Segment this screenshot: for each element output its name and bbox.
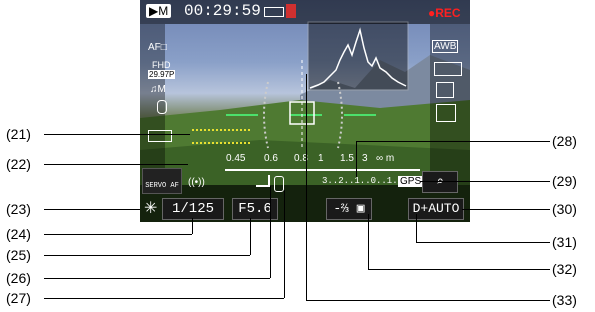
callout-22: (22) xyxy=(6,156,31,172)
picture-style-icon xyxy=(434,62,462,76)
timecode: 00:29:59 xyxy=(184,2,261,20)
movie-mode-icon: ♫M xyxy=(150,84,166,95)
bluetooth-icon xyxy=(274,176,284,192)
callout-line-31 xyxy=(416,242,550,243)
callout-line-24v xyxy=(192,218,193,234)
callout-line-27 xyxy=(44,298,284,299)
callout-33: (33) xyxy=(552,292,577,308)
callout-line-31v xyxy=(416,214,417,242)
exposure-compensation[interactable]: -⅔ ▣ xyxy=(326,198,372,220)
temperature-warning-icon xyxy=(286,4,296,18)
callout-line-26v xyxy=(270,186,271,278)
callout-28: (28) xyxy=(552,133,577,149)
callout-line-22 xyxy=(44,164,188,165)
callout-31: (31) xyxy=(552,234,577,250)
focus-distance-1-5: 1.5 xyxy=(340,153,354,164)
camera-screen: ▶M 00:29:59 ●REC AF□ FHD 29.97P ♫M AWB 0… xyxy=(140,0,470,222)
callout-line-33v xyxy=(306,74,307,300)
servo-af-indicator[interactable]: SERVO AF xyxy=(142,168,182,194)
callout-line-26 xyxy=(44,278,270,279)
callout-24: (24) xyxy=(6,226,31,242)
focus-distance-0-6: 0.6 xyxy=(264,153,278,164)
callout-32: (32) xyxy=(552,261,577,277)
callout-line-32 xyxy=(368,269,550,270)
callout-line-25 xyxy=(44,255,250,256)
focus-distance-infinity: ∞ m xyxy=(376,153,395,164)
callout-line-28 xyxy=(356,141,550,142)
callout-line-33 xyxy=(306,300,550,301)
callout-line-21 xyxy=(44,134,190,135)
white-balance: AWB xyxy=(432,40,459,53)
star-icon: ✳ xyxy=(144,200,158,217)
callout-25: (25) xyxy=(6,247,31,263)
focus-distance-0-45: 0.45 xyxy=(226,153,246,164)
highlight-tone-priority-icon xyxy=(436,104,456,122)
callout-23: (23) xyxy=(6,201,31,217)
callout-line-25v xyxy=(250,218,251,255)
zoom-button[interactable]: ⌕ xyxy=(422,171,458,193)
wireless-icon: ((•)) xyxy=(188,177,205,188)
frame-rate: 29.97P xyxy=(148,70,176,79)
callout-line-27v xyxy=(284,190,285,298)
af-method: AF□ xyxy=(148,42,167,53)
scenery xyxy=(140,0,470,222)
shooting-mode-icon: ▶M xyxy=(146,4,172,18)
battery-icon xyxy=(264,7,284,17)
callout-line-23 xyxy=(44,209,140,210)
shutter-speed[interactable]: 1/125 xyxy=(162,198,224,220)
callout-21: (21) xyxy=(6,126,31,142)
callout-27: (27) xyxy=(6,290,31,306)
callout-line-32v xyxy=(368,214,369,269)
wifi-signal-icon xyxy=(256,175,270,187)
wind-filter-icon xyxy=(148,130,172,142)
focus-distance-1: 1 xyxy=(318,153,324,164)
movie-recording-size: FHD xyxy=(152,60,171,70)
callout-line-29 xyxy=(420,181,550,182)
rec-indicator: ●REC xyxy=(428,6,461,20)
callout-line-28v xyxy=(356,141,357,177)
callout-29: (29) xyxy=(552,173,577,189)
callout-26: (26) xyxy=(6,270,31,286)
focus-distance-3: 3 xyxy=(362,153,368,164)
callout-line-24 xyxy=(44,234,192,235)
auto-lighting-optimizer-icon xyxy=(436,82,454,98)
callout-30: (30) xyxy=(552,201,577,217)
microphone-icon xyxy=(157,100,167,114)
aperture-value[interactable]: F5.6 xyxy=(232,198,278,220)
callout-line-30 xyxy=(462,209,550,210)
